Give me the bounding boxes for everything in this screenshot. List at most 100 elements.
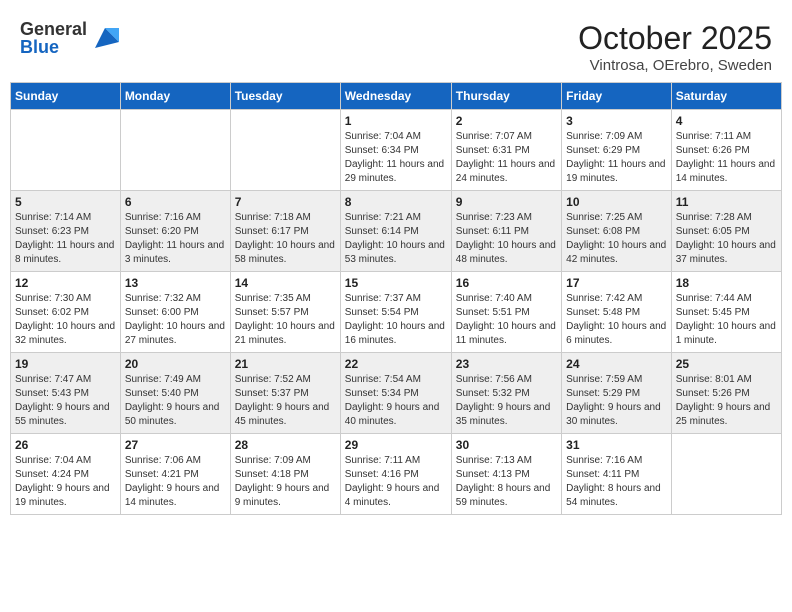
weekday-header-thursday: Thursday: [451, 83, 561, 110]
day-number: 5: [15, 195, 116, 209]
day-number: 1: [345, 114, 447, 128]
day-info: Sunrise: 7:13 AM Sunset: 4:13 PM Dayligh…: [456, 454, 557, 510]
day-info: Sunrise: 7:59 AM Sunset: 5:29 PM Dayligh…: [566, 373, 667, 429]
day-number: 8: [345, 195, 447, 209]
calendar-cell: 29 Sunrise: 7:11 AM Sunset: 4:16 PM Dayli…: [340, 434, 451, 515]
day-info: Sunrise: 7:04 AM Sunset: 4:24 PM Dayligh…: [15, 454, 116, 510]
day-info: Sunrise: 7:09 AM Sunset: 4:18 PM Dayligh…: [235, 454, 336, 510]
day-number: 3: [566, 114, 667, 128]
calendar-cell: 6 Sunrise: 7:16 AM Sunset: 6:20 PM Daylig…: [120, 191, 230, 272]
location-title: Vintrosa, OErebro, Sweden: [578, 57, 772, 74]
calendar-cell: 12 Sunrise: 7:30 AM Sunset: 6:02 PM Dayli…: [11, 272, 121, 353]
month-title: October 2025: [578, 20, 772, 57]
calendar-cell: 20Sunrise: 7:49 AM Sunset: 5:40 PM Dayli…: [120, 353, 230, 434]
calendar-cell: 11 Sunrise: 7:28 AM Sunset: 6:05 PM Dayli…: [671, 191, 781, 272]
day-number: 15: [345, 276, 447, 290]
day-info: Sunrise: 7:37 AM Sunset: 5:54 PM Dayligh…: [345, 292, 447, 348]
logo: General Blue: [20, 20, 119, 56]
calendar-cell: 25Sunrise: 8:01 AM Sunset: 5:26 PM Dayli…: [671, 353, 781, 434]
weekday-header-friday: Friday: [562, 83, 672, 110]
calendar-cell: 7 Sunrise: 7:18 AM Sunset: 6:17 PM Daylig…: [230, 191, 340, 272]
calendar-cell: 16 Sunrise: 7:40 AM Sunset: 5:51 PM Dayli…: [451, 272, 561, 353]
calendar-cell: 14 Sunrise: 7:35 AM Sunset: 5:57 PM Dayli…: [230, 272, 340, 353]
title-block: October 2025 Vintrosa, OErebro, Sweden: [578, 20, 772, 74]
day-number: 30: [456, 438, 557, 452]
calendar-cell: 31 Sunrise: 7:16 AM Sunset: 4:11 PM Dayli…: [562, 434, 672, 515]
calendar-cell: [120, 110, 230, 191]
day-number: 28: [235, 438, 336, 452]
calendar-week-row: 1 Sunrise: 7:04 AM Sunset: 6:34 PM Daylig…: [11, 110, 782, 191]
day-number: 14: [235, 276, 336, 290]
day-number: 17: [566, 276, 667, 290]
day-info: Sunrise: 7:52 AM Sunset: 5:37 PM Dayligh…: [235, 373, 336, 429]
day-number: 2: [456, 114, 557, 128]
day-number: 22: [345, 357, 447, 371]
day-info: Sunrise: 7:14 AM Sunset: 6:23 PM Dayligh…: [15, 211, 116, 267]
day-number: 16: [456, 276, 557, 290]
day-info: Sunrise: 7:11 AM Sunset: 4:16 PM Dayligh…: [345, 454, 447, 510]
calendar-cell: 2 Sunrise: 7:07 AM Sunset: 6:31 PM Daylig…: [451, 110, 561, 191]
day-info: Sunrise: 7:04 AM Sunset: 6:34 PM Dayligh…: [345, 130, 447, 186]
calendar-cell: 18 Sunrise: 7:44 AM Sunset: 5:45 PM Dayli…: [671, 272, 781, 353]
day-info: Sunrise: 7:11 AM Sunset: 6:26 PM Dayligh…: [676, 130, 777, 186]
day-info: Sunrise: 7:35 AM Sunset: 5:57 PM Dayligh…: [235, 292, 336, 348]
logo-general-text: General: [20, 20, 87, 38]
day-number: 9: [456, 195, 557, 209]
day-number: 25: [676, 357, 777, 371]
day-number: 12: [15, 276, 116, 290]
day-info: Sunrise: 7:09 AM Sunset: 6:29 PM Dayligh…: [566, 130, 667, 186]
weekday-header-monday: Monday: [120, 83, 230, 110]
day-info: Sunrise: 7:21 AM Sunset: 6:14 PM Dayligh…: [345, 211, 447, 267]
calendar-cell: 9Sunrise: 7:23 AM Sunset: 6:11 PM Daylig…: [451, 191, 561, 272]
calendar-week-row: 19Sunrise: 7:47 AM Sunset: 5:43 PM Dayli…: [11, 353, 782, 434]
day-number: 4: [676, 114, 777, 128]
weekday-header-tuesday: Tuesday: [230, 83, 340, 110]
day-info: Sunrise: 7:28 AM Sunset: 6:05 PM Dayligh…: [676, 211, 777, 267]
day-number: 31: [566, 438, 667, 452]
calendar-cell: 5 Sunrise: 7:14 AM Sunset: 6:23 PM Daylig…: [11, 191, 121, 272]
page-header: General Blue October 2025 Vintrosa, OEre…: [10, 10, 782, 82]
calendar-cell: 23Sunrise: 7:56 AM Sunset: 5:32 PM Dayli…: [451, 353, 561, 434]
weekday-header-row: SundayMondayTuesdayWednesdayThursdayFrid…: [11, 83, 782, 110]
weekday-header-sunday: Sunday: [11, 83, 121, 110]
calendar-cell: 27Sunrise: 7:06 AM Sunset: 4:21 PM Dayli…: [120, 434, 230, 515]
day-number: 24: [566, 357, 667, 371]
calendar-cell: [11, 110, 121, 191]
day-info: Sunrise: 7:42 AM Sunset: 5:48 PM Dayligh…: [566, 292, 667, 348]
day-info: Sunrise: 7:54 AM Sunset: 5:34 PM Dayligh…: [345, 373, 447, 429]
day-number: 11: [676, 195, 777, 209]
day-number: 10: [566, 195, 667, 209]
day-number: 29: [345, 438, 447, 452]
day-info: Sunrise: 7:40 AM Sunset: 5:51 PM Dayligh…: [456, 292, 557, 348]
weekday-header-wednesday: Wednesday: [340, 83, 451, 110]
day-info: Sunrise: 7:18 AM Sunset: 6:17 PM Dayligh…: [235, 211, 336, 267]
calendar-cell: 3 Sunrise: 7:09 AM Sunset: 6:29 PM Daylig…: [562, 110, 672, 191]
calendar-cell: [671, 434, 781, 515]
calendar-cell: 10 Sunrise: 7:25 AM Sunset: 6:08 PM Dayli…: [562, 191, 672, 272]
calendar-cell: 28 Sunrise: 7:09 AM Sunset: 4:18 PM Dayli…: [230, 434, 340, 515]
calendar-week-row: 5 Sunrise: 7:14 AM Sunset: 6:23 PM Daylig…: [11, 191, 782, 272]
calendar-cell: 22 Sunrise: 7:54 AM Sunset: 5:34 PM Dayli…: [340, 353, 451, 434]
day-number: 27: [125, 438, 226, 452]
weekday-header-saturday: Saturday: [671, 83, 781, 110]
day-info: Sunrise: 7:49 AM Sunset: 5:40 PM Dayligh…: [125, 373, 226, 429]
day-info: Sunrise: 7:30 AM Sunset: 6:02 PM Dayligh…: [15, 292, 116, 348]
day-info: Sunrise: 7:16 AM Sunset: 6:20 PM Dayligh…: [125, 211, 226, 267]
calendar-cell: 8 Sunrise: 7:21 AM Sunset: 6:14 PM Daylig…: [340, 191, 451, 272]
day-info: Sunrise: 7:07 AM Sunset: 6:31 PM Dayligh…: [456, 130, 557, 186]
calendar-cell: 26 Sunrise: 7:04 AM Sunset: 4:24 PM Dayli…: [11, 434, 121, 515]
calendar-cell: 17 Sunrise: 7:42 AM Sunset: 5:48 PM Dayli…: [562, 272, 672, 353]
day-number: 6: [125, 195, 226, 209]
day-number: 18: [676, 276, 777, 290]
day-info: Sunrise: 7:16 AM Sunset: 4:11 PM Dayligh…: [566, 454, 667, 510]
day-info: Sunrise: 7:25 AM Sunset: 6:08 PM Dayligh…: [566, 211, 667, 267]
day-number: 13: [125, 276, 226, 290]
calendar-cell: 30 Sunrise: 7:13 AM Sunset: 4:13 PM Dayli…: [451, 434, 561, 515]
day-number: 23: [456, 357, 557, 371]
calendar-week-row: 26 Sunrise: 7:04 AM Sunset: 4:24 PM Dayli…: [11, 434, 782, 515]
day-number: 7: [235, 195, 336, 209]
day-number: 26: [15, 438, 116, 452]
day-info: Sunrise: 7:44 AM Sunset: 5:45 PM Dayligh…: [676, 292, 777, 348]
calendar-cell: 15 Sunrise: 7:37 AM Sunset: 5:54 PM Dayli…: [340, 272, 451, 353]
logo-blue-text: Blue: [20, 38, 87, 56]
